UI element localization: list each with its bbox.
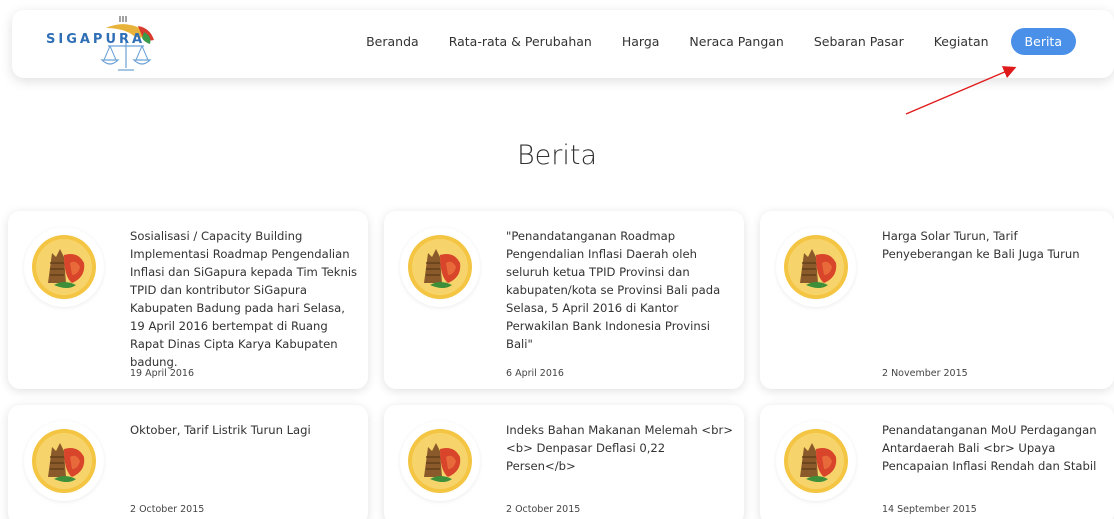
nav-berita[interactable]: Berita [1010,28,1076,55]
news-date: 2 October 2015 [130,504,205,515]
nav-sebaran-pasar[interactable]: Sebaran Pasar [814,34,904,49]
bali-emblem-icon [784,429,848,493]
news-card[interactable]: "Penandatanganan Roadmap Pengendalian In… [384,211,744,389]
page-title: Berita [516,140,598,171]
news-card[interactable]: Penandatanganan MoU Perdagangan Antardae… [760,405,1114,519]
nav-rata-rata-perubahan[interactable]: Rata-rata & Perubahan [449,34,592,49]
sigapura-logo[interactable]: SIGAPURA [46,12,176,76]
news-title[interactable]: Sosialisasi / Capacity Building Implemen… [130,227,362,371]
news-date: 19 April 2016 [130,368,195,379]
news-date: 6 April 2016 [506,368,564,379]
news-card[interactable]: Oktober, Tarif Listrik Turun Lagi 2 Octo… [8,405,368,519]
news-date: 2 October 2015 [506,504,581,515]
nav-beranda[interactable]: Beranda [366,34,419,49]
bali-emblem-icon [32,235,96,299]
nav-harga[interactable]: Harga [622,34,660,49]
main-nav: Beranda Rata-rata & Perubahan Harga Nera… [336,28,1076,55]
news-title[interactable]: Penandatanganan MoU Perdagangan Antardae… [882,421,1110,475]
news-date: 2 November 2015 [882,368,968,379]
news-thumbnail [400,421,480,501]
news-title[interactable]: Indeks Bahan Makanan Melemah <br> <b> De… [506,421,738,475]
news-title[interactable]: Oktober, Tarif Listrik Turun Lagi [130,421,362,439]
news-thumbnail [24,421,104,501]
news-card[interactable]: Harga Solar Turun, Tarif Penyeberangan k… [760,211,1114,389]
navbar: SIGAPURA Beranda Rata-rata & Perubahan H… [12,10,1114,78]
bali-emblem-icon [784,235,848,299]
news-title[interactable]: Harga Solar Turun, Tarif Penyeberangan k… [882,227,1110,263]
news-title[interactable]: "Penandatanganan Roadmap Pengendalian In… [506,227,738,353]
news-card[interactable]: Sosialisasi / Capacity Building Implemen… [8,211,368,389]
news-date: 14 September 2015 [882,504,977,515]
news-thumbnail [24,227,104,307]
logo-text: SIGAPURA [46,32,146,47]
news-thumbnail [400,227,480,307]
news-thumbnail [776,421,856,501]
bali-emblem-icon [408,429,472,493]
nav-neraca-pangan[interactable]: Neraca Pangan [689,34,783,49]
bali-emblem-icon [408,235,472,299]
news-thumbnail [776,227,856,307]
bali-emblem-icon [32,429,96,493]
news-card[interactable]: Indeks Bahan Makanan Melemah <br> <b> De… [384,405,744,519]
nav-kegiatan[interactable]: Kegiatan [934,34,989,49]
